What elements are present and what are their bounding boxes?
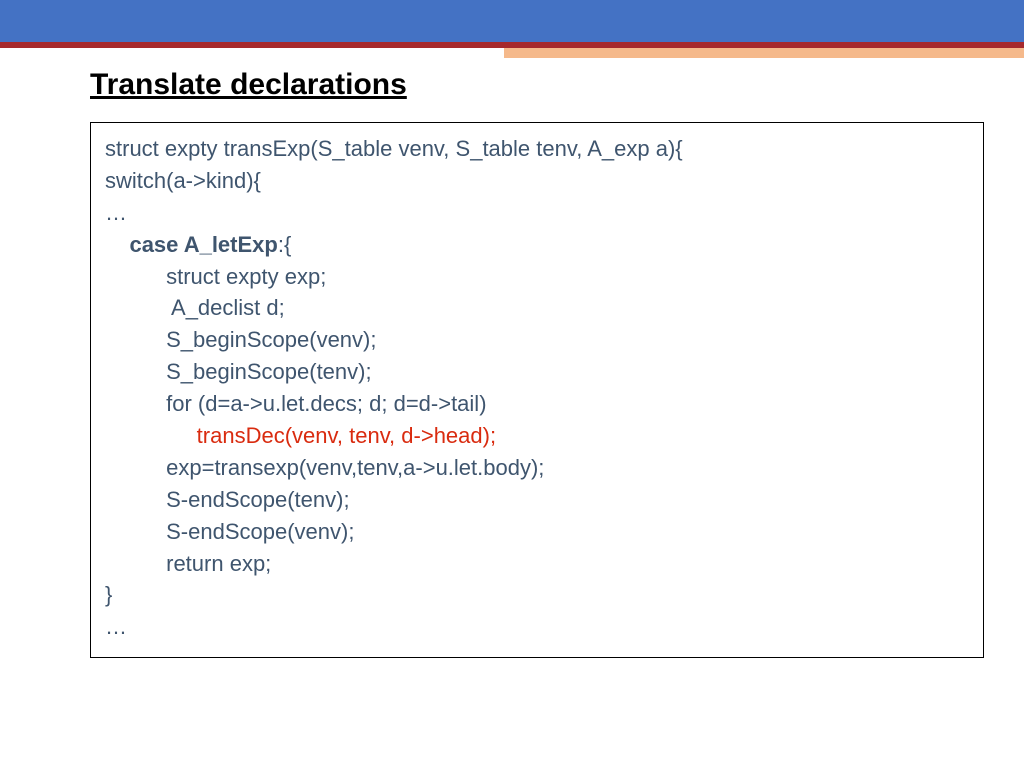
code-line: … (105, 197, 969, 229)
code-line: exp=transexp(venv,tenv,a->u.let.body); (105, 452, 969, 484)
code-line: S-endScope(venv); (105, 516, 969, 548)
code-line: for (d=a->u.let.decs; d; d=d->tail) (105, 388, 969, 420)
code-line: return exp; (105, 548, 969, 580)
header-orange-bar (0, 48, 1024, 58)
slide-content: Translate declarations struct expty tran… (0, 58, 1024, 658)
code-line: struct expty transExp(S_table venv, S_ta… (105, 133, 969, 165)
code-line: case A_letExp:{ (105, 229, 969, 261)
case-label: case A_letExp (129, 232, 277, 257)
code-line: switch(a->kind){ (105, 165, 969, 197)
code-line: } (105, 579, 969, 611)
code-line: … (105, 611, 969, 643)
code-line: struct expty exp; (105, 261, 969, 293)
code-line: S_beginScope(tenv); (105, 356, 969, 388)
slide-title: Translate declarations (90, 68, 984, 102)
code-line: S-endScope(tenv); (105, 484, 969, 516)
header-blue-bar (0, 0, 1024, 42)
code-block: struct expty transExp(S_table venv, S_ta… (90, 122, 984, 658)
code-line: S_beginScope(venv); (105, 324, 969, 356)
code-line: A_declist d; (105, 292, 969, 324)
code-line-highlight: transDec(venv, tenv, d->head); (105, 420, 969, 452)
